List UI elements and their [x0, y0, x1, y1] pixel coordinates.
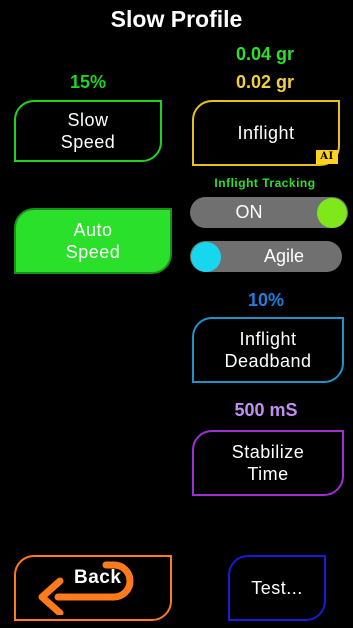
test-label: Test... — [251, 578, 303, 598]
toggle-agile-label: Agile — [263, 246, 305, 266]
slow-speed-label: Slow Speed — [60, 110, 116, 152]
toggle-on-label: ON — [235, 202, 263, 222]
auto-speed-label: Auto Speed — [65, 220, 121, 262]
deadband-value: 10% — [247, 290, 285, 310]
inflight-label: Inflight — [237, 123, 295, 143]
back-button[interactable]: Back — [14, 555, 172, 621]
inflight-deadband-button[interactable]: Inflight Deadband — [192, 317, 344, 383]
stabilize-time-value: 500 mS — [234, 400, 298, 420]
stabilize-time-button[interactable]: Stabilize Time — [192, 430, 344, 496]
slow-speed-button[interactable]: Slow Speed — [14, 100, 162, 162]
inflight-value-yellow: 0.02 gr — [235, 72, 295, 92]
inflight-tracking-heading: Inflight Tracking — [214, 176, 316, 190]
ai-badge-icon: AI — [316, 150, 338, 164]
toggle-agile-knob — [191, 241, 221, 272]
inflight-tracking-on-toggle[interactable]: ON — [190, 197, 348, 228]
auto-speed-button[interactable]: Auto Speed — [14, 208, 172, 274]
stabilize-time-label: Stabilize Time — [231, 442, 305, 484]
test-button[interactable]: Test... — [228, 555, 326, 621]
inflight-value-green: 0.04 gr — [235, 44, 295, 64]
toggle-on-knob — [317, 197, 347, 228]
slow-speed-value: 15% — [69, 72, 107, 92]
inflight-deadband-label: Inflight Deadband — [224, 329, 312, 371]
page-title: Slow Profile — [110, 6, 243, 32]
inflight-button[interactable]: Inflight AI — [192, 100, 340, 166]
inflight-tracking-agile-toggle[interactable]: Agile — [190, 241, 342, 272]
back-label: Back — [74, 567, 122, 588]
